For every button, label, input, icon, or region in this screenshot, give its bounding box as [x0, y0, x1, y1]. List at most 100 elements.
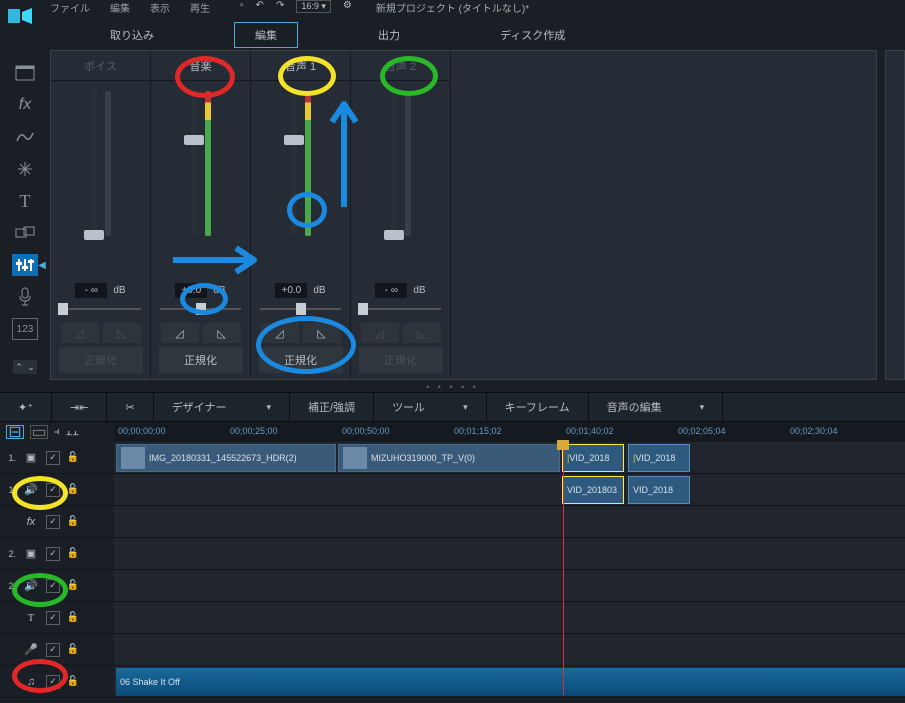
clip[interactable]: VID_201803: [562, 476, 624, 504]
lock-icon[interactable]: 🔓: [66, 579, 80, 593]
track-head-video-1[interactable]: 1.▣✓🔓: [0, 442, 114, 474]
db-value[interactable]: +0.0: [175, 283, 207, 298]
clip[interactable]: |VID_2018: [562, 444, 624, 472]
track-head-voice[interactable]: 🎤✓🔓: [0, 634, 114, 666]
clip[interactable]: |VID_2018: [628, 444, 690, 472]
clip[interactable]: VID_2018: [628, 476, 690, 504]
lock-icon[interactable]: 🔓: [66, 611, 80, 625]
lock-icon[interactable]: 🔓: [66, 451, 80, 465]
fade-out-button[interactable]: ◺: [203, 323, 241, 343]
track-visible-checkbox[interactable]: ✓: [46, 483, 60, 497]
expand-up-icon[interactable]: ⌃: [13, 360, 25, 374]
timeline-tracks[interactable]: 00;00;00;00 00;00;25;00 00;00;50;00 00;0…: [114, 422, 905, 695]
track-video-2[interactable]: [114, 538, 905, 570]
title-room-icon[interactable]: T: [12, 190, 38, 212]
lock-icon[interactable]: 🔓: [66, 643, 80, 657]
pan-slider[interactable]: [156, 301, 245, 317]
voiceover-room-icon[interactable]: [12, 286, 38, 308]
magic-tool-icon[interactable]: ✦⁺: [18, 401, 33, 414]
normalize-button[interactable]: 正規化: [159, 347, 243, 373]
fade-in-button[interactable]: ◿: [61, 323, 99, 343]
gain-fader[interactable]: [191, 91, 197, 236]
normalize-button[interactable]: 正規化: [259, 347, 343, 373]
track-audio-1[interactable]: VID_201803 VID_2018: [114, 474, 905, 506]
track-video-1[interactable]: IMG_20180331_145522673_HDR(2) MIZUHO3190…: [114, 442, 905, 474]
pan-slider[interactable]: [256, 301, 345, 317]
track-visible-checkbox[interactable]: ✓: [46, 675, 60, 689]
audio-mixer-room-icon[interactable]: ◀: [12, 254, 38, 276]
cut-icon[interactable]: ✂: [125, 401, 134, 414]
clip-music[interactable]: 06 Shake It Off: [116, 668, 905, 696]
tab-import[interactable]: 取り込み: [90, 23, 174, 47]
playhead[interactable]: [563, 441, 564, 695]
tab-output[interactable]: 出力: [358, 23, 420, 47]
menu-file[interactable]: ファイル: [50, 0, 90, 15]
chapter-room-icon[interactable]: 123: [12, 318, 38, 340]
gain-fader[interactable]: [291, 91, 297, 236]
lock-icon[interactable]: 🔓: [66, 515, 80, 529]
gain-fader[interactable]: [91, 91, 97, 236]
track-visible-checkbox[interactable]: ✓: [46, 611, 60, 625]
lock-icon[interactable]: 🔓: [66, 483, 80, 497]
clip[interactable]: MIZUHO319000_TP_V(0): [338, 444, 560, 472]
fade-in-button[interactable]: ◿: [261, 323, 299, 343]
redo-icon[interactable]: ↷: [276, 0, 284, 13]
snap-icon[interactable]: ⫠⫠: [66, 426, 79, 439]
transition-room-icon[interactable]: [12, 222, 38, 244]
track-head-audio-1[interactable]: 1.🔊✓🔓: [0, 474, 114, 506]
tool-menu[interactable]: ツール: [392, 399, 425, 415]
fade-out-button[interactable]: ◺: [303, 323, 341, 343]
enhance-button[interactable]: 補正/強調: [308, 399, 355, 415]
menu-play[interactable]: 再生: [190, 0, 210, 15]
track-title[interactable]: [114, 602, 905, 634]
fade-in-button[interactable]: ◿: [361, 323, 399, 343]
normalize-button[interactable]: 正規化: [359, 347, 443, 373]
audio-edit-menu[interactable]: 音声の編集: [607, 399, 662, 415]
track-music[interactable]: 06 Shake It Off: [114, 666, 905, 698]
particle-room-icon[interactable]: [12, 158, 38, 180]
fade-in-button[interactable]: ◿: [161, 323, 199, 343]
track-head-audio-2[interactable]: 2.🔊✓🔓: [0, 570, 114, 602]
track-head-music[interactable]: ♫✓🔓: [0, 666, 114, 698]
track-visible-checkbox[interactable]: ✓: [46, 579, 60, 593]
timeline-ruler[interactable]: 00;00;00;00 00;00;25;00 00;00;50;00 00;0…: [114, 422, 905, 442]
gear-icon[interactable]: ⚙: [343, 0, 352, 13]
ripple-icon[interactable]: ⫞: [54, 426, 60, 439]
trim-icon[interactable]: ⇥⇤: [70, 401, 88, 414]
pan-slider[interactable]: [56, 301, 145, 317]
tab-edit[interactable]: 編集: [234, 22, 298, 48]
fade-out-button[interactable]: ◺: [103, 323, 141, 343]
track-visible-checkbox[interactable]: ✓: [46, 515, 60, 529]
menu-edit[interactable]: 編集: [110, 0, 130, 15]
track-head-title[interactable]: T✓🔓: [0, 602, 114, 634]
track-visible-checkbox[interactable]: ✓: [46, 547, 60, 561]
pip-room-icon[interactable]: [12, 126, 38, 148]
track-fx[interactable]: [114, 506, 905, 538]
gain-fader[interactable]: [391, 91, 397, 236]
aspect-ratio-selector[interactable]: 16:9 ▾: [296, 0, 331, 13]
undo-icon[interactable]: ↶: [256, 0, 264, 13]
designer-menu[interactable]: デザイナー: [172, 399, 227, 415]
timeline-view-mode-alt-icon[interactable]: ▭: [30, 425, 48, 439]
db-value[interactable]: - ∞: [75, 283, 107, 298]
track-head-video-2[interactable]: 2.▣✓🔓: [0, 538, 114, 570]
track-audio-2[interactable]: [114, 570, 905, 602]
track-visible-checkbox[interactable]: ✓: [46, 451, 60, 465]
track-head-fx[interactable]: fx✓🔓: [0, 506, 114, 538]
fx-room-icon[interactable]: fx: [12, 94, 38, 116]
timeline-view-mode-icon[interactable]: ⊟: [6, 425, 24, 439]
track-visible-checkbox[interactable]: ✓: [46, 643, 60, 657]
media-room-icon[interactable]: [12, 62, 38, 84]
lock-icon[interactable]: 🔓: [66, 675, 80, 689]
db-value[interactable]: +0.0: [275, 283, 307, 298]
menu-view[interactable]: 表示: [150, 0, 170, 15]
panel-resize-grip[interactable]: • • • • •: [0, 380, 905, 392]
keyframe-button[interactable]: キーフレーム: [505, 399, 570, 415]
normalize-button[interactable]: 正規化: [59, 347, 143, 373]
clip[interactable]: IMG_20180331_145522673_HDR(2): [116, 444, 336, 472]
fade-out-button[interactable]: ◺: [403, 323, 441, 343]
lock-icon[interactable]: 🔓: [66, 547, 80, 561]
expand-down-icon[interactable]: ⌄: [25, 360, 37, 374]
pan-slider[interactable]: [356, 301, 445, 317]
tab-disc[interactable]: ディスク作成: [480, 23, 585, 47]
